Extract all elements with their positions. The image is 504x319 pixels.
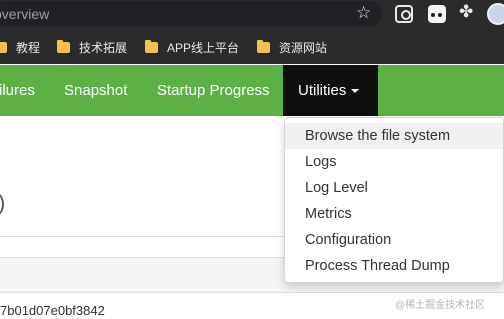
bookmark-folder[interactable]: APP线上平台	[145, 39, 239, 55]
version-hash: 7b01d07e0bf3842	[0, 303, 105, 318]
folder-icon	[57, 39, 70, 53]
nav-item-snapshot[interactable]: Snapshot	[64, 65, 127, 116]
bookmark-folder[interactable]: 资源网站	[257, 39, 327, 55]
heading-fragment: )	[0, 190, 5, 216]
nav-utilities-label: Utilities	[298, 82, 347, 99]
nav-item-failures[interactable]: ilures	[0, 65, 35, 116]
watermark: @稀土掘金技术社区	[395, 300, 486, 311]
menu-item-process-thread-dump[interactable]: Process Thread Dump	[285, 253, 503, 279]
nav-item-startup-progress[interactable]: Startup Progress	[157, 65, 270, 116]
menu-item-logs[interactable]: Logs	[285, 149, 503, 175]
folder-icon	[145, 39, 158, 53]
extension-clock-icon[interactable]	[395, 5, 413, 23]
bookmark-star-icon[interactable]: ☆	[356, 3, 371, 23]
extension-face-icon[interactable]	[428, 5, 446, 23]
folder-icon	[257, 39, 270, 53]
menu-item-configuration[interactable]: Configuration	[285, 227, 503, 253]
bookmark-label: 教程	[16, 40, 41, 55]
profile-avatar[interactable]	[487, 3, 504, 25]
bookmark-folder[interactable]: 技术拓展	[57, 39, 127, 55]
bookmark-label: 技术拓展	[79, 40, 128, 55]
nav-item-utilities[interactable]: Utilities	[283, 65, 378, 116]
caret-down-icon	[351, 89, 360, 94]
menu-item-browse-file-system[interactable]: Browse the file system	[285, 123, 503, 149]
address-bar[interactable]: overview	[0, 1, 382, 27]
extensions-puzzle-icon[interactable]: ✤	[459, 2, 473, 22]
menu-item-metrics[interactable]: Metrics	[285, 201, 503, 227]
bookmarks-bar: 教程 技术拓展 APP线上平台 资源网站	[0, 30, 504, 64]
main-navbar: ilures Snapshot Startup Progress Utiliti…	[0, 65, 504, 116]
utilities-dropdown-menu: Browse the file system Logs Log Level Me…	[284, 117, 504, 283]
menu-item-log-level[interactable]: Log Level	[285, 175, 503, 201]
browser-toolbar: overview ☆ ✤	[0, 0, 504, 30]
bookmark-folder[interactable]: 教程	[0, 39, 40, 55]
folder-icon	[0, 41, 7, 53]
bookmark-label: APP线上平台	[167, 40, 240, 55]
address-bar-text[interactable]: overview	[0, 6, 49, 22]
bookmark-label: 资源网站	[279, 40, 328, 55]
